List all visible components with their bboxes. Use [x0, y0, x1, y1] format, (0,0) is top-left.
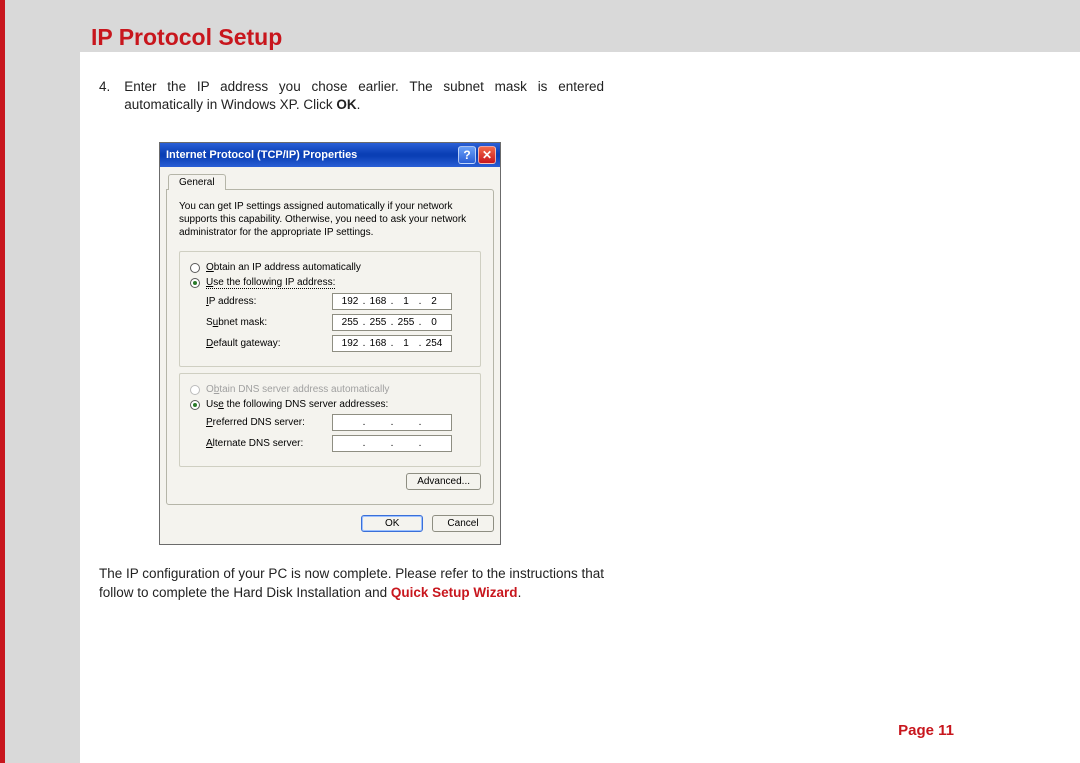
quick-setup-wizard-link: Quick Setup Wizard [391, 585, 518, 600]
step-period: . [357, 97, 361, 112]
radio-use-dns[interactable]: Use the following DNS server addresses: [190, 399, 470, 410]
radio-icon [190, 263, 200, 273]
radio-use-dns-label: Use the following DNS server addresses: [206, 399, 388, 410]
radio-icon [190, 278, 200, 288]
ip-address-row: IP address: 192.168.1.2 [206, 293, 470, 310]
tab-panel-general: You can get IP settings assigned automat… [166, 189, 494, 505]
content-area: 4. Enter the IP address you chose earlie… [99, 78, 604, 602]
tcpip-properties-dialog: Internet Protocol (TCP/IP) Properties ? … [159, 142, 501, 545]
left-gutter [5, 52, 80, 763]
step-ok-word: OK [336, 97, 356, 112]
close-button[interactable]: ✕ [478, 146, 496, 164]
alternate-dns-label: Alternate DNS server: [206, 438, 332, 449]
dialog-actions: OK Cancel [166, 515, 494, 532]
ip-group: Obtain an IP address automatically Use t… [179, 251, 481, 367]
page-number: Page 11 [898, 722, 954, 739]
advanced-row: Advanced... [179, 473, 481, 490]
dialog-titlebar: Internet Protocol (TCP/IP) Properties ? … [160, 143, 500, 167]
subnet-mask-row: Subnet mask: 255.255.255.0 [206, 314, 470, 331]
outro-period: . [518, 585, 522, 600]
intro-text: You can get IP settings assigned automat… [179, 200, 481, 239]
subnet-mask-label: Subnet mask: [206, 317, 332, 328]
outro-text: The IP configuration of your PC is now c… [99, 566, 604, 599]
step-text: Enter the IP address you chose earlier. … [124, 78, 604, 114]
preferred-dns-row: Preferred DNS server: ... [206, 414, 470, 431]
ip-address-label: IP address: [206, 296, 332, 307]
preferred-dns-field[interactable]: ... [332, 414, 452, 431]
default-gateway-field[interactable]: 192.168.1.254 [332, 335, 452, 352]
step-number: 4. [99, 78, 110, 114]
preferred-dns-label: Preferred DNS server: [206, 417, 332, 428]
radio-obtain-dns-label: Obtain DNS server address automatically [206, 384, 389, 395]
radio-use-ip[interactable]: Use the following IP address: [190, 277, 470, 289]
default-gateway-row: Default gateway: 192.168.1.254 [206, 335, 470, 352]
subnet-mask-field[interactable]: 255.255.255.0 [332, 314, 452, 331]
default-gateway-label: Default gateway: [206, 338, 332, 349]
close-icon: ✕ [482, 148, 492, 162]
step-text-body: Enter the IP address you chose earlier. … [124, 79, 604, 112]
radio-obtain-ip-label: Obtain an IP address automatically [206, 262, 361, 273]
radio-icon [190, 400, 200, 410]
dialog-title: Internet Protocol (TCP/IP) Properties [166, 149, 456, 161]
dns-group: Obtain DNS server address automatically … [179, 373, 481, 467]
radio-obtain-dns: Obtain DNS server address automatically [190, 384, 470, 395]
help-icon: ? [463, 148, 470, 162]
help-button[interactable]: ? [458, 146, 476, 164]
dialog-body: General You can get IP settings assigned… [160, 167, 500, 544]
outro-paragraph: The IP configuration of your PC is now c… [99, 565, 604, 601]
step-4: 4. Enter the IP address you chose earlie… [99, 78, 604, 114]
cancel-button[interactable]: Cancel [432, 515, 494, 532]
advanced-button[interactable]: Advanced... [406, 473, 481, 490]
radio-icon [190, 385, 200, 395]
ip-address-field[interactable]: 192.168.1.2 [332, 293, 452, 310]
ok-button[interactable]: OK [361, 515, 423, 532]
radio-obtain-ip[interactable]: Obtain an IP address automatically [190, 262, 470, 273]
page-title: IP Protocol Setup [91, 24, 282, 51]
alternate-dns-field[interactable]: ... [332, 435, 452, 452]
alternate-dns-row: Alternate DNS server: ... [206, 435, 470, 452]
tab-general[interactable]: General [168, 174, 226, 190]
radio-use-ip-label: Use the following IP address: [206, 277, 335, 289]
